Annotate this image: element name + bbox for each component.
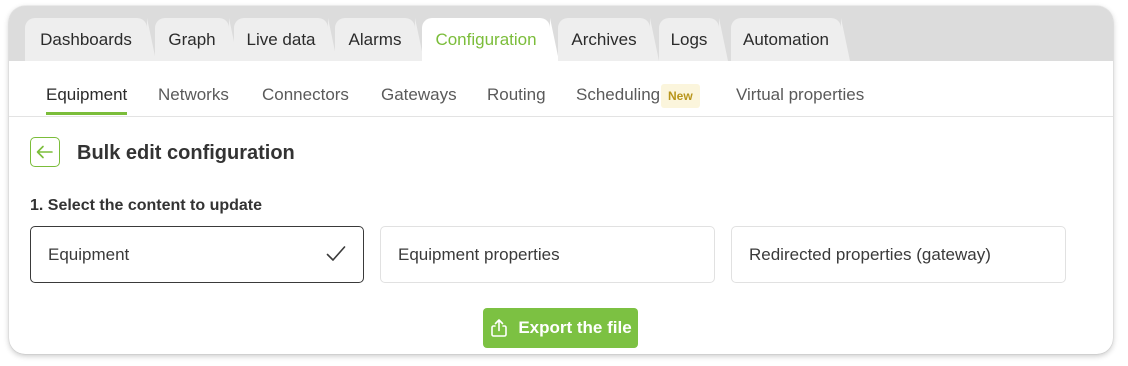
subtab-connectors[interactable]: Connectors <box>262 85 349 105</box>
subtab-equipment[interactable]: Equipment <box>46 85 127 105</box>
option-label: Equipment <box>48 244 130 264</box>
tab-label: Live data <box>246 29 316 49</box>
back-button[interactable] <box>30 137 60 167</box>
tab-alarms[interactable]: Alarms <box>335 18 424 61</box>
arrow-left-icon <box>36 145 53 159</box>
subtab-networks[interactable]: Networks <box>158 85 229 105</box>
new-badge: New <box>661 84 700 108</box>
tab-label: Dashboards <box>40 29 132 49</box>
active-subtab-indicator <box>46 112 127 115</box>
tab-label: Automation <box>743 29 829 49</box>
tab-label: Archives <box>571 29 637 49</box>
option-redirected-properties[interactable]: Redirected properties (gateway) <box>731 226 1066 283</box>
main-tab-bar: Dashboards Graph Live data Alarms Config… <box>9 6 1113 61</box>
tab-automation[interactable]: Automation <box>731 18 850 61</box>
tab-label: Logs <box>670 29 708 49</box>
subtab-virtual-properties[interactable]: Virtual properties <box>736 85 864 105</box>
tab-live-data[interactable]: Live data <box>234 18 337 61</box>
option-label: Equipment properties <box>398 244 560 264</box>
page-title: Bulk edit configuration <box>77 142 295 164</box>
export-file-button[interactable]: Export the file <box>483 308 638 348</box>
tab-label: Alarms <box>348 29 402 49</box>
app-window: Dashboards Graph Live data Alarms Config… <box>9 6 1113 354</box>
tab-dashboards[interactable]: Dashboards <box>25 18 156 61</box>
option-equipment[interactable]: Equipment <box>30 226 364 283</box>
tab-graph[interactable]: Graph <box>155 18 238 61</box>
subtab-routing[interactable]: Routing <box>487 85 546 105</box>
checkmark-icon <box>326 246 346 261</box>
step-label: 1. Select the content to update <box>30 197 263 214</box>
subtab-scheduling[interactable]: Scheduling <box>576 85 660 105</box>
upload-icon <box>491 319 508 337</box>
sub-nav: Equipment Networks Connectors Gateways R… <box>9 61 1113 117</box>
tab-archives[interactable]: Archives <box>558 18 659 61</box>
tab-configuration[interactable]: Configuration <box>422 18 559 61</box>
option-label: Redirected properties (gateway) <box>749 244 991 264</box>
subtab-gateways[interactable]: Gateways <box>381 85 457 105</box>
tab-label: Graph <box>168 29 216 49</box>
export-button-label: Export the file <box>518 318 632 337</box>
tab-logs[interactable]: Logs <box>659 18 728 61</box>
option-equipment-properties[interactable]: Equipment properties <box>380 226 715 283</box>
tab-label: Configuration <box>435 29 537 49</box>
